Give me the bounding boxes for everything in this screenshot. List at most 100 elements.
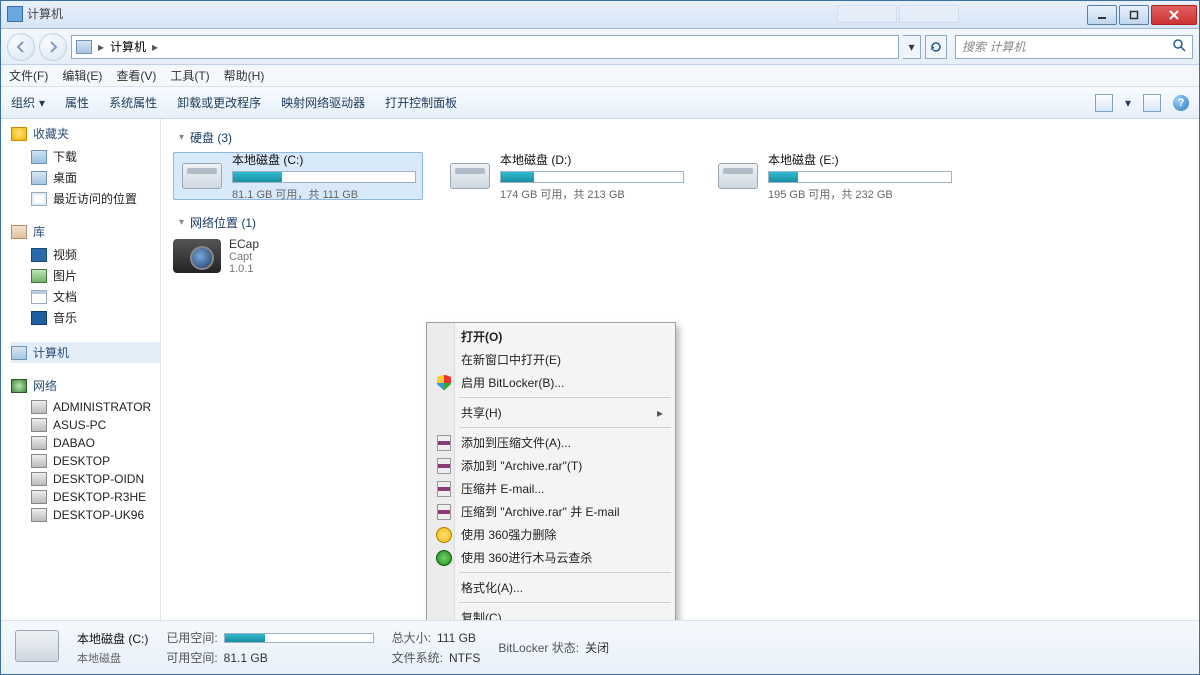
menu-edit[interactable]: 编辑(E): [62, 67, 102, 84]
search-placeholder: 搜索 计算机: [962, 38, 1025, 55]
sidebar-item-pc[interactable]: DABAO: [11, 434, 160, 452]
network-section-title[interactable]: ▾ 网络位置 (1): [179, 214, 1187, 231]
background-window-hint: [837, 3, 959, 25]
pc-icon: [31, 418, 47, 432]
ctx-add-archive[interactable]: 添加到压缩文件(A)...: [429, 431, 673, 454]
drive-d[interactable]: 本地磁盘 (D:) 174 GB 可用，共 213 GB: [441, 152, 691, 200]
pc-icon: [31, 436, 47, 450]
ctx-format[interactable]: 格式化(A)...: [429, 576, 673, 599]
menu-tools[interactable]: 工具(T): [170, 67, 209, 84]
help-button[interactable]: ?: [1173, 95, 1189, 111]
breadcrumb-computer[interactable]: 计算机: [110, 38, 146, 55]
drive-name: 本地磁盘 (E:): [768, 151, 952, 168]
uninstall-button[interactable]: 卸载或更改程序: [177, 94, 261, 111]
rar-icon: [435, 457, 453, 475]
bitlocker-label: BitLocker 状态:: [498, 639, 579, 656]
submenu-arrow-icon: ▸: [657, 406, 663, 420]
libraries-title: 库: [33, 223, 45, 240]
ctx-compress-rar-email[interactable]: 压缩到 "Archive.rar" 并 E-mail: [429, 500, 673, 523]
sidebar-item-pc[interactable]: DESKTOP: [11, 452, 160, 470]
filesystem-value: NTFS: [449, 651, 480, 665]
drive-icon: [716, 158, 760, 194]
collapse-icon: ▾: [179, 217, 184, 228]
chevron-down-icon[interactable]: ▾: [1125, 96, 1131, 110]
forward-icon: [47, 41, 59, 53]
preview-pane-icon[interactable]: [1143, 94, 1161, 112]
sidebar-item-videos[interactable]: 视频: [11, 244, 160, 265]
separator: [459, 427, 671, 428]
ctx-copy[interactable]: 复制(C): [429, 606, 673, 620]
properties-button[interactable]: 属性: [65, 94, 89, 111]
search-box[interactable]: 搜索 计算机: [955, 35, 1193, 59]
sidebar-item-pc[interactable]: DESKTOP-R3HE: [11, 488, 160, 506]
sidebar-item-recent[interactable]: 最近访问的位置: [11, 188, 160, 209]
star-icon: [11, 127, 27, 141]
computer-icon: [11, 346, 27, 360]
pc-icon: [31, 400, 47, 414]
content-pane: ▾ 硬盘 (3) 本地磁盘 (C:) 81.1 GB 可用，共 111 GB 本…: [161, 119, 1199, 620]
command-bar: 组织 ▾ 属性 系统属性 卸载或更改程序 映射网络驱动器 打开控制面板 ▾ ?: [1, 87, 1199, 119]
usage-bar: [224, 633, 374, 643]
organize-button[interactable]: 组织 ▾: [11, 94, 45, 111]
total-size-label: 总大小:: [392, 629, 431, 646]
details-name: 本地磁盘 (C:): [77, 630, 148, 647]
drives-section-title[interactable]: ▾ 硬盘 (3): [179, 129, 1187, 146]
drive-e[interactable]: 本地磁盘 (E:) 195 GB 可用，共 232 GB: [709, 152, 959, 200]
sidebar-item-music[interactable]: 音乐: [11, 307, 160, 328]
sidebar-item-desktop[interactable]: 桌面: [11, 167, 160, 188]
drive-icon: [448, 158, 492, 194]
view-icon[interactable]: [1095, 94, 1113, 112]
netloc-name: ECap: [229, 237, 259, 251]
ctx-bitlocker[interactable]: 启用 BitLocker(B)...: [429, 371, 673, 394]
ctx-360-delete[interactable]: 使用 360强力删除: [429, 523, 673, 546]
computer-group[interactable]: 计算机: [11, 342, 160, 363]
drive-list: 本地磁盘 (C:) 81.1 GB 可用，共 111 GB 本地磁盘 (D:) …: [173, 152, 1187, 200]
explorer-window: 计算机 ▸ 计算机 ▸ ▾: [0, 0, 1200, 675]
menu-view[interactable]: 查看(V): [116, 67, 156, 84]
ctx-add-archive-rar[interactable]: 添加到 "Archive.rar"(T): [429, 454, 673, 477]
sidebar-item-pc[interactable]: ADMINISTRATOR: [11, 398, 160, 416]
ctx-open[interactable]: 打开(O): [429, 325, 673, 348]
library-icon: [11, 225, 27, 239]
control-panel-button[interactable]: 打开控制面板: [385, 94, 457, 111]
system-properties-button[interactable]: 系统属性: [109, 94, 157, 111]
map-drive-button[interactable]: 映射网络驱动器: [281, 94, 365, 111]
navigation-pane: 收藏夹 下载 桌面 最近访问的位置 库 视频 图片 文档 音乐 计算机: [1, 119, 161, 620]
network-location-item[interactable]: ECap Capt 1.0.1: [173, 237, 1187, 275]
forward-button[interactable]: [39, 33, 67, 61]
sidebar-item-documents[interactable]: 文档: [11, 286, 160, 307]
body: 收藏夹 下载 桌面 最近访问的位置 库 视频 图片 文档 音乐 计算机: [1, 119, 1199, 620]
ctx-open-new-window[interactable]: 在新窗口中打开(E): [429, 348, 673, 371]
menu-file[interactable]: 文件(F): [9, 67, 48, 84]
chevron-down-icon: ▾: [908, 40, 914, 54]
ctx-share[interactable]: 共享(H)▸: [429, 401, 673, 424]
ctx-compress-email[interactable]: 压缩并 E-mail...: [429, 477, 673, 500]
back-button[interactable]: [7, 33, 35, 61]
rar-icon: [435, 434, 453, 452]
close-button[interactable]: [1151, 5, 1197, 25]
total-size-value: 111 GB: [437, 631, 476, 645]
netloc-line2: Capt: [229, 251, 259, 263]
minimize-icon: [1097, 10, 1107, 20]
favorites-group[interactable]: 收藏夹: [11, 125, 160, 142]
drive-sub: 81.1 GB 可用，共 111 GB: [232, 186, 416, 202]
chevron-down-icon: ▾: [39, 96, 45, 110]
drive-c[interactable]: 本地磁盘 (C:) 81.1 GB 可用，共 111 GB: [173, 152, 423, 200]
maximize-button[interactable]: [1119, 5, 1149, 25]
pc-icon: [31, 472, 47, 486]
network-group[interactable]: 网络: [11, 377, 160, 394]
ctx-360-scan[interactable]: 使用 360进行木马云查杀: [429, 546, 673, 569]
address-bar[interactable]: ▸ 计算机 ▸: [71, 35, 899, 59]
minimize-button[interactable]: [1087, 5, 1117, 25]
free-space-label: 可用空间:: [166, 649, 217, 666]
address-dropdown-button[interactable]: ▾: [903, 35, 921, 59]
sidebar-item-pictures[interactable]: 图片: [11, 265, 160, 286]
libraries-group[interactable]: 库: [11, 223, 160, 240]
organize-label: 组织: [11, 94, 35, 111]
sidebar-item-pc[interactable]: DESKTOP-OIDN: [11, 470, 160, 488]
menu-help[interactable]: 帮助(H): [224, 67, 265, 84]
refresh-button[interactable]: [925, 35, 947, 59]
sidebar-item-pc[interactable]: DESKTOP-UK96: [11, 506, 160, 524]
sidebar-item-pc[interactable]: ASUS-PC: [11, 416, 160, 434]
sidebar-item-downloads[interactable]: 下载: [11, 146, 160, 167]
